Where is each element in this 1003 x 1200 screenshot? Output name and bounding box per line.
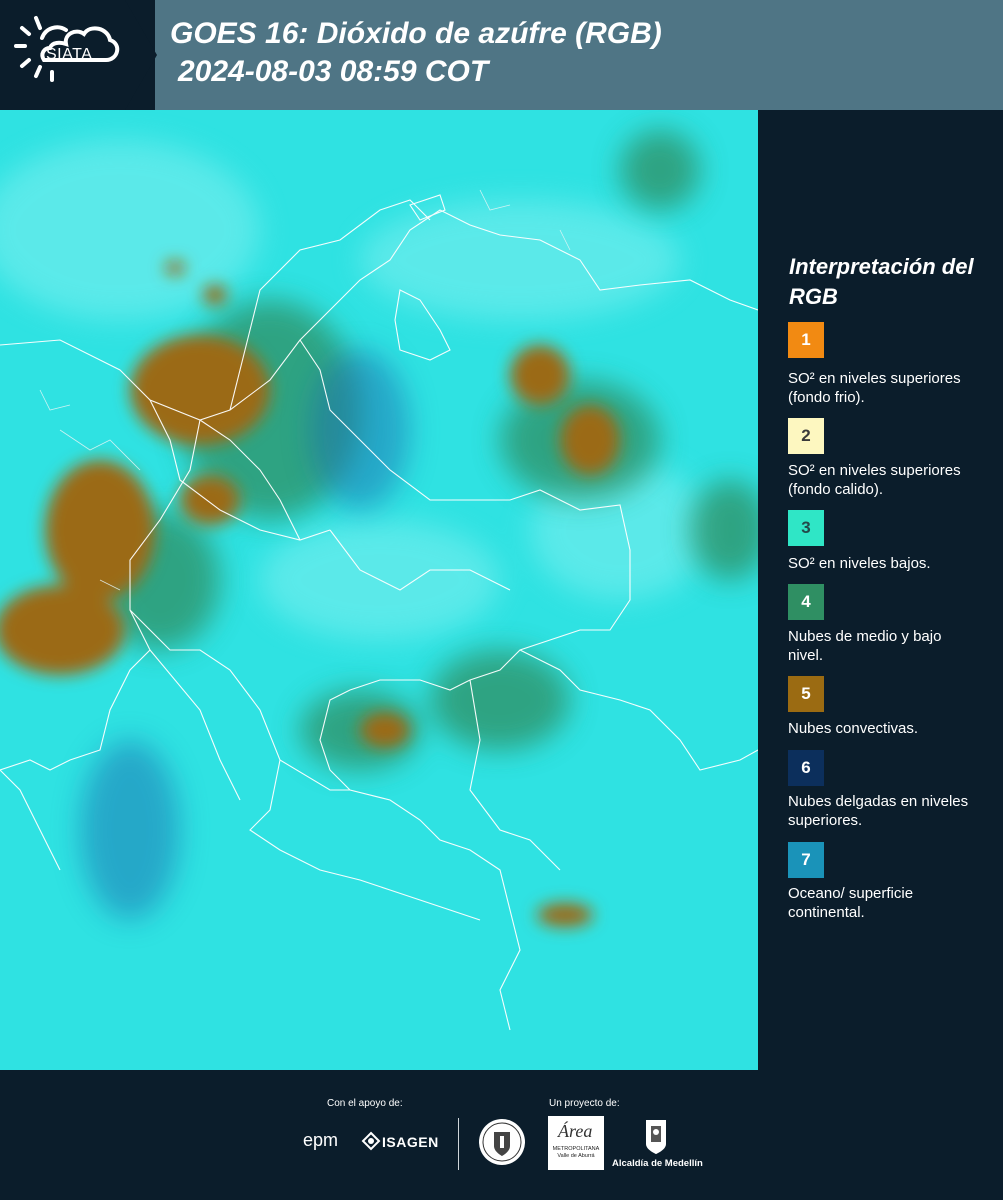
legend-label-6: Nubes delgadas en niveles superiores. [788,793,969,829]
legend-number-2: 2 [801,426,811,445]
project-caption: Un proyecto de: [549,1098,620,1109]
header-arrow-shape [125,0,157,110]
legend-panel: Interpretación del RGB 1 SO² en niveles … [758,110,1003,1070]
area-metropolitana-label: METROPOLITANA Valle de Aburrá [552,1146,600,1159]
legend-swatch-5: 5 [788,676,824,712]
legend-number-5: 5 [801,684,811,703]
legend-label-5: Nubes convectivas. [788,720,919,737]
area-metropolitana-logo: Área METROPOLITANA Valle de Aburrá [548,1116,604,1170]
footer: Con el apoyo de: Un proyecto de: epm ISA… [0,1070,1003,1200]
legend-number-4: 4 [801,592,811,611]
satellite-map [0,110,758,1070]
medellin-seal-icon [479,1119,525,1165]
legend-label-3: SO² en niveles bajos. [788,555,931,572]
legend-number-1: 1 [801,330,811,349]
page-title: GOES 16: Dióxido de azúfre (RGB) [170,17,662,50]
legend-number-6: 6 [801,758,811,777]
legend-swatch-3: 3 [788,510,824,546]
map-image [0,110,758,1070]
isagen-logo-text: ISAGEN [382,1134,439,1150]
legend-swatch-6: 6 [788,750,824,786]
legend-swatch-7: 7 [788,842,824,878]
header-bar: SIATA GOES 16: Dióxido de azúfre (RGB) 2… [0,0,1003,110]
isagen-logo-icon [361,1131,381,1151]
legend-number-7: 7 [801,850,811,869]
alcaldia-crest-icon [646,1120,666,1154]
legend-swatch-4: 4 [788,584,824,620]
area-signature-icon: Área [558,1121,593,1141]
page-timestamp: 2024-08-03 08:59 COT [178,55,489,88]
legend-number-3: 3 [801,518,811,537]
legend-title: Interpretación del RGB [789,254,974,309]
alcaldia-logo-text: Alcaldía de Medellín [612,1158,703,1169]
legend-label-2: SO² en niveles superiores (fondo calido)… [788,462,961,498]
legend-swatch-2: 2 [788,418,824,454]
legend-label-7: Oceano/ superficie continental. [788,885,914,921]
legend-label-4: Nubes de medio y bajo nivel. [788,628,942,664]
legend-swatch-1: 1 [788,322,824,358]
siata-logo-text: SIATA [46,46,93,63]
legend-label-1: SO² en niveles superiores (fondo frio). [788,370,961,406]
support-caption: Con el apoyo de: [327,1098,403,1109]
epm-logo: epm [303,1130,339,1150]
footer-divider [458,1118,459,1170]
